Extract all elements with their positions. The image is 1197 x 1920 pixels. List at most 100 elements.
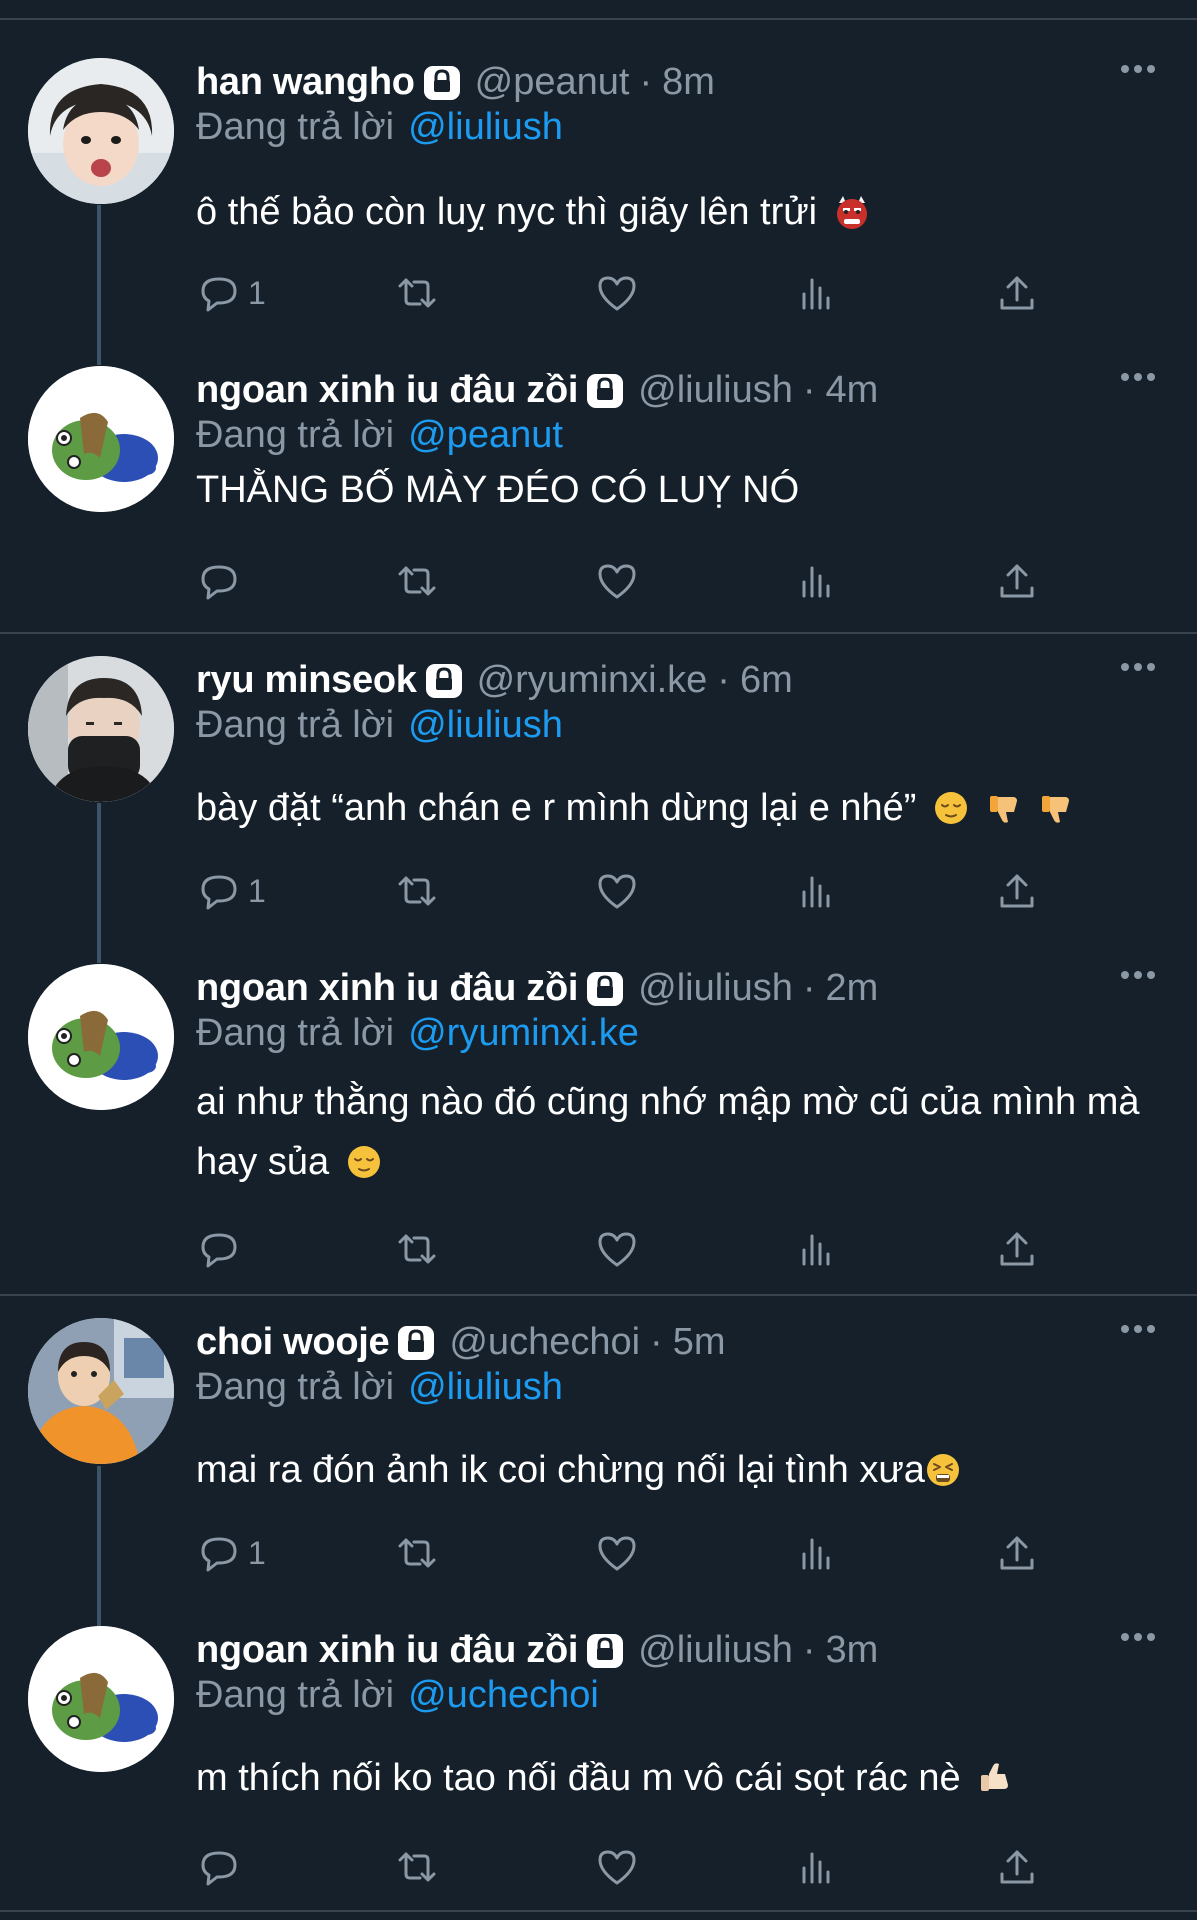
share-icon	[1000, 1232, 1034, 1266]
share-button[interactable]	[994, 866, 1040, 916]
avatar[interactable]	[28, 366, 174, 512]
avatar[interactable]	[28, 656, 174, 802]
display-name[interactable]: ryu minseok	[196, 659, 417, 702]
tweet[interactable]: han wangho @peanut · 8m Đang trả lời @li…	[0, 58, 1197, 318]
avatar[interactable]	[28, 1626, 174, 1772]
separator-dot: ·	[639, 60, 653, 103]
views-icon	[802, 1538, 830, 1570]
tweet[interactable]: ngoan xinh iu đâu zồi @liuliush · 3m Đan…	[0, 1626, 1197, 1896]
reply-icon	[201, 1537, 237, 1572]
display-name[interactable]: ngoan xinh iu đâu zồi	[196, 967, 578, 1010]
more-options-icon[interactable]	[1118, 660, 1158, 674]
like-button[interactable]	[594, 1842, 640, 1892]
tweet-header: ngoan xinh iu đâu zồi @liuliush · 3m	[196, 1626, 1096, 1674]
replying-to-handle[interactable]: @peanut	[408, 414, 563, 457]
tweet[interactable]: ngoan xinh iu đâu zồi @liuliush · 2m Đan…	[0, 964, 1197, 1274]
tweet-text-content: ai như thằng nào đó cũng nhớ mập mờ cũ c…	[196, 1081, 1140, 1183]
replying-to-handle[interactable]: @liuliush	[408, 704, 563, 747]
user-handle[interactable]: @ryuminxi.ke	[477, 659, 708, 702]
reply-button[interactable]	[196, 1842, 248, 1892]
like-button[interactable]	[594, 556, 640, 606]
share-icon	[1000, 874, 1034, 908]
more-options-icon[interactable]	[1118, 1630, 1158, 1644]
tweet-header: ngoan xinh iu đâu zồi @liuliush · 2m	[196, 964, 1096, 1012]
reply-button[interactable]	[196, 1224, 248, 1274]
retweet-button[interactable]	[394, 268, 440, 318]
heart-icon	[598, 1850, 636, 1885]
heart-icon	[598, 276, 636, 311]
separator-dot: ·	[802, 1628, 816, 1671]
separator-dot: ·	[802, 368, 816, 411]
like-button[interactable]	[594, 1528, 640, 1578]
avatar[interactable]	[28, 1318, 174, 1464]
tweet-text-content: ô thế bảo còn luỵ nyc thì giãy lên trửi	[196, 191, 818, 233]
user-handle[interactable]: @liuliush	[638, 1629, 793, 1672]
retweet-button[interactable]	[394, 866, 440, 916]
user-handle[interactable]: @liuliush	[638, 369, 793, 412]
tweet[interactable]: choi wooje @uchechoi · 5m Đang trả lời @…	[0, 1318, 1197, 1578]
replying-to-handle[interactable]: @uchechoi	[408, 1674, 599, 1717]
timestamp[interactable]: 4m	[826, 369, 879, 412]
reply-icon	[201, 277, 237, 312]
timestamp[interactable]: 2m	[826, 967, 879, 1010]
timestamp[interactable]: 6m	[740, 659, 793, 702]
retweet-button[interactable]	[394, 1224, 440, 1274]
replying-to-handle[interactable]: @ryuminxi.ke	[408, 1012, 639, 1055]
timestamp[interactable]: 8m	[662, 61, 715, 104]
views-button[interactable]	[794, 866, 840, 916]
display-name[interactable]: choi wooje	[196, 1321, 390, 1364]
tweet-text-content: m thích nối ko tao nối đầu m vô cái sọt …	[196, 1757, 961, 1799]
more-options-icon[interactable]	[1118, 1322, 1158, 1336]
like-button[interactable]	[594, 268, 640, 318]
replying-to-label: Đang trả lời	[196, 1011, 395, 1054]
tweet-text: mai ra đón ảnh ik coi chừng nối lại tình…	[196, 1440, 1156, 1500]
replying-to-handle[interactable]: @liuliush	[408, 106, 563, 149]
tweet[interactable]: ryu minseok @ryuminxi.ke · 6m Đang trả l…	[0, 656, 1197, 916]
reply-button[interactable]: 1	[196, 866, 266, 916]
replying-to-label: Đang trả lời	[196, 1673, 395, 1716]
avatar[interactable]	[28, 964, 174, 1110]
like-button[interactable]	[594, 866, 640, 916]
more-options-icon[interactable]	[1118, 370, 1158, 384]
reply-icon	[201, 875, 237, 910]
share-button[interactable]	[994, 1842, 1040, 1892]
conversation-feed: han wangho @peanut · 8m Đang trả lời @li…	[0, 0, 1197, 1920]
views-button[interactable]	[794, 1842, 840, 1892]
separator-dot: ·	[650, 1320, 663, 1363]
views-button[interactable]	[794, 268, 840, 318]
more-options-icon[interactable]	[1118, 968, 1158, 982]
replying-to-handle[interactable]: @liuliush	[408, 1366, 563, 1409]
retweet-button[interactable]	[394, 1528, 440, 1578]
reply-button[interactable]: 1	[196, 268, 266, 318]
lock-icon	[423, 62, 461, 102]
tweet-actions	[196, 556, 1096, 606]
views-button[interactable]	[794, 556, 840, 606]
retweet-button[interactable]	[394, 1842, 440, 1892]
retweet-icon	[398, 876, 436, 906]
display-name[interactable]: ngoan xinh iu đâu zồi	[196, 1629, 578, 1672]
reply-button[interactable]	[196, 556, 248, 606]
user-handle[interactable]: @uchechoi	[449, 1321, 640, 1364]
share-button[interactable]	[994, 556, 1040, 606]
display-name[interactable]: han wangho	[196, 61, 415, 104]
user-handle[interactable]: @peanut	[475, 61, 630, 104]
like-button[interactable]	[594, 1224, 640, 1274]
share-button[interactable]	[994, 1528, 1040, 1578]
retweet-button[interactable]	[394, 556, 440, 606]
user-handle[interactable]: @liuliush	[638, 967, 793, 1010]
views-button[interactable]	[794, 1224, 840, 1274]
avatar[interactable]	[28, 58, 174, 204]
timestamp[interactable]: 5m	[673, 1321, 726, 1364]
timestamp[interactable]: 3m	[826, 1629, 879, 1672]
more-options-icon[interactable]	[1118, 62, 1158, 76]
tweet[interactable]: ngoan xinh iu đâu zồi @liuliush · 4m Đan…	[0, 366, 1197, 616]
share-icon	[1000, 276, 1034, 310]
reply-button[interactable]: 1	[196, 1528, 266, 1578]
views-button[interactable]	[794, 1528, 840, 1578]
replying-to-label: Đang trả lời	[196, 703, 395, 746]
share-button[interactable]	[994, 1224, 1040, 1274]
tweet-text: THẰNG BỐ MÀY ĐÉO CÓ LUỴ NÓ	[196, 460, 1156, 520]
share-button[interactable]	[994, 268, 1040, 318]
display-name[interactable]: ngoan xinh iu đâu zồi	[196, 369, 578, 412]
thumbs-up-emoji	[977, 1760, 1013, 1796]
